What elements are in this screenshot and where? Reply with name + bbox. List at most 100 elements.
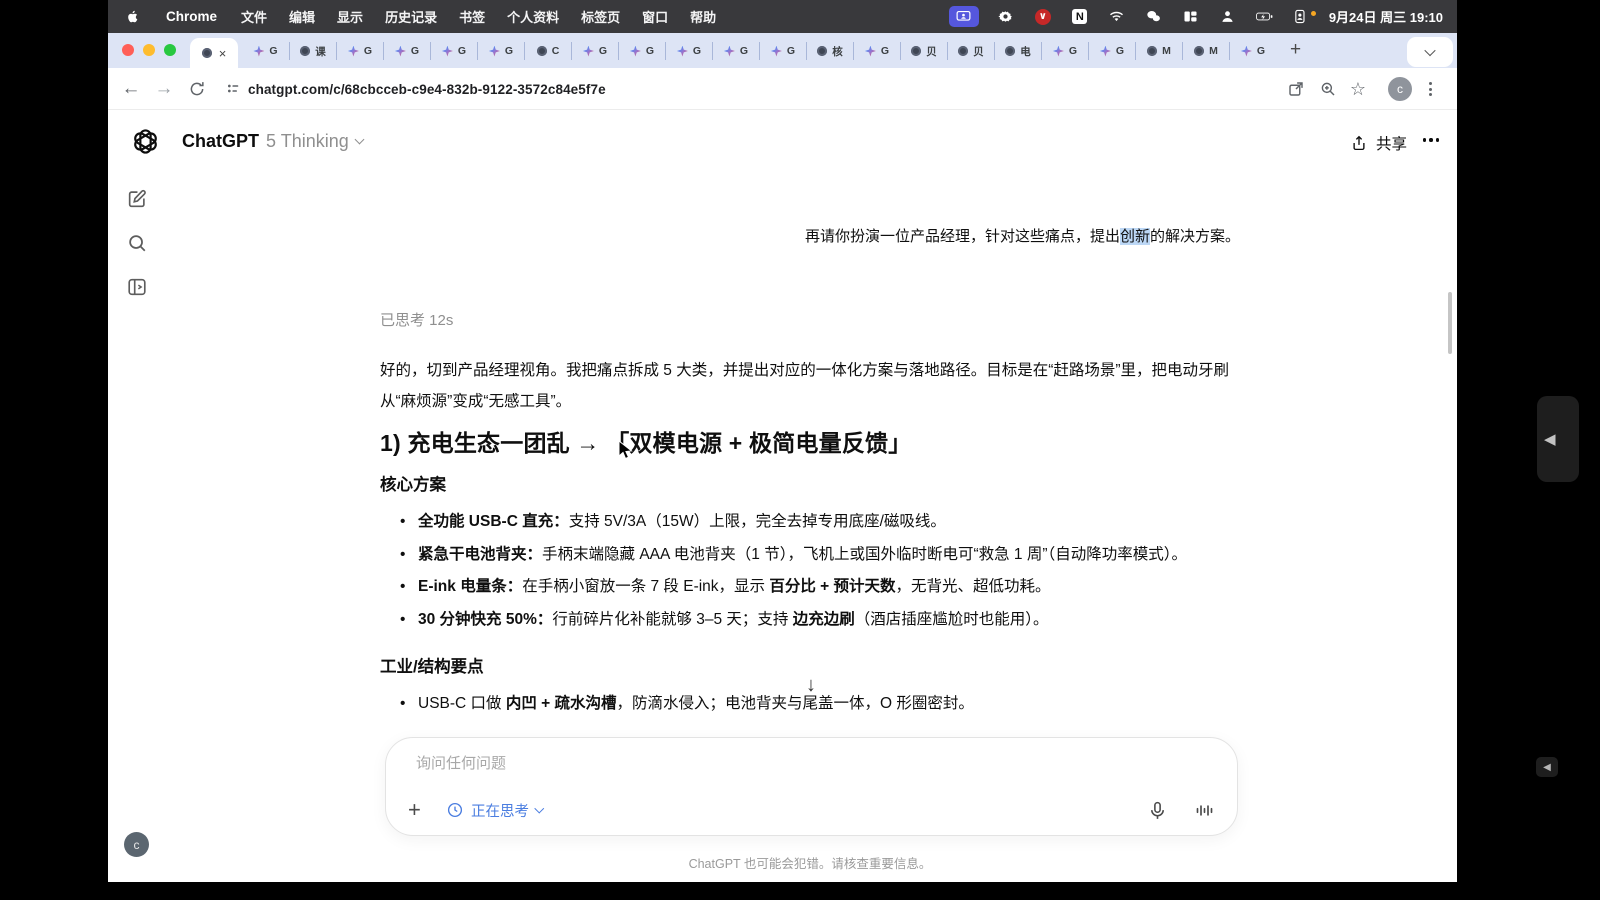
back-button[interactable]: ← xyxy=(118,68,144,110)
zoom-window-button[interactable] xyxy=(164,44,176,56)
fast-user-switch-icon[interactable] xyxy=(1218,8,1238,26)
menubar-item[interactable]: 标签页 xyxy=(581,7,620,26)
reload-button[interactable] xyxy=(184,68,210,110)
sidebar-rail xyxy=(126,188,148,298)
screen-mirroring-icon[interactable] xyxy=(949,6,979,27)
url-bar[interactable]: chatgpt.com/c/68cbcceb-c9e4-832b-9122-35… xyxy=(248,68,606,110)
profile-switcher-icon[interactable] xyxy=(1292,8,1312,26)
browser-tab[interactable]: G xyxy=(853,42,900,60)
search-icon[interactable] xyxy=(126,232,148,254)
browser-tab[interactable]: G xyxy=(1041,42,1088,60)
browser-tab[interactable]: 核 xyxy=(806,42,853,60)
scroll-to-bottom-button[interactable]: ↓ xyxy=(796,670,826,700)
menubar-item[interactable]: 文件 xyxy=(241,7,267,26)
library-panel-icon[interactable] xyxy=(126,276,148,298)
conversation-menu-icon[interactable] xyxy=(1423,138,1440,142)
selected-text: 创新 xyxy=(1120,228,1150,245)
new-tab-button[interactable]: + xyxy=(1290,39,1301,61)
new-chat-icon[interactable] xyxy=(126,188,148,210)
text-segment: 边充边刷 xyxy=(793,611,855,628)
browser-tab[interactable]: 贝 xyxy=(947,42,994,60)
menubar-app-name[interactable]: Chrome xyxy=(166,9,217,24)
gemini-favicon xyxy=(489,46,500,57)
open-in-new-icon[interactable] xyxy=(1283,68,1309,110)
active-tab[interactable]: × xyxy=(190,38,238,68)
gemini-favicon xyxy=(630,46,641,57)
security-badge-icon[interactable]: ∨ xyxy=(1033,8,1053,26)
apple-menu-icon[interactable] xyxy=(122,8,142,26)
menubar-item[interactable]: 历史记录 xyxy=(385,7,437,26)
wechat-icon[interactable] xyxy=(1144,8,1164,26)
list-item: •紧急干电池背夹：手柄末端隐藏 AAA 电池背夹（1 节），飞机上或国外临时断电… xyxy=(418,539,1240,571)
browser-tab[interactable]: G xyxy=(1229,42,1276,60)
bullet-marker: • xyxy=(400,688,405,720)
browser-tab[interactable]: G xyxy=(571,42,618,60)
browser-tab[interactable]: M xyxy=(1135,42,1182,60)
browser-tab[interactable]: G xyxy=(1088,42,1135,60)
settings-gear-icon[interactable] xyxy=(996,8,1016,26)
tab-title: G xyxy=(505,45,513,57)
forward-button[interactable]: → xyxy=(151,68,177,110)
site-info-icon[interactable] xyxy=(220,68,246,110)
tab-search-button[interactable] xyxy=(1407,37,1453,67)
tab-title: 贝 xyxy=(973,44,984,59)
edge-collapse-button[interactable]: ◀ xyxy=(1536,757,1558,777)
voice-mode-icon[interactable] xyxy=(1194,800,1215,821)
zoom-icon[interactable] xyxy=(1315,68,1341,110)
microphone-icon[interactable] xyxy=(1147,800,1168,821)
close-window-button[interactable] xyxy=(122,44,134,56)
tab-title: G xyxy=(881,45,889,57)
thinking-duration-label[interactable]: 已思考 12s xyxy=(380,309,1240,333)
browser-menu-icon[interactable] xyxy=(1417,68,1443,110)
thinking-label: 正在思考 xyxy=(471,800,529,821)
browser-tab[interactable]: G xyxy=(759,42,806,60)
share-label: 共享 xyxy=(1376,132,1407,154)
text-segment: 手柄末端隐藏 AAA 电池背夹（1 节），飞机上或国外临时断电可“救急 1 周”… xyxy=(542,546,1187,563)
browser-tab[interactable]: G xyxy=(665,42,712,60)
share-button[interactable]: 共享 xyxy=(1350,132,1407,154)
browser-tab[interactable]: 贝 xyxy=(900,42,947,60)
notion-icon[interactable]: N xyxy=(1070,8,1090,26)
browser-tab[interactable]: C xyxy=(524,42,571,60)
gemini-favicon xyxy=(442,46,453,57)
battery-charging-icon[interactable] xyxy=(1255,8,1275,26)
model-selector[interactable]: ChatGPT 5 Thinking xyxy=(182,131,363,152)
menubar-item[interactable]: 显示 xyxy=(337,7,363,26)
gemini-favicon xyxy=(1100,46,1111,57)
text-segment: 紧急干电池背夹： xyxy=(418,546,542,563)
tab-list: G课GGGGCGGGGG核G贝贝电GGMMG xyxy=(242,38,1276,64)
menubar-clock[interactable]: 9月24日 周三 19:10 xyxy=(1329,7,1443,26)
bookmark-star-icon[interactable]: ☆ xyxy=(1345,68,1371,110)
browser-tab[interactable]: 电 xyxy=(994,42,1041,60)
browser-tab[interactable]: G xyxy=(712,42,759,60)
browser-tab[interactable]: G xyxy=(242,42,289,60)
browser-profile-avatar[interactable]: c xyxy=(1387,68,1413,110)
menubar-item[interactable]: 书签 xyxy=(459,7,485,26)
browser-tab[interactable]: G xyxy=(477,42,524,60)
minimize-window-button[interactable] xyxy=(143,44,155,56)
chatgpt-favicon xyxy=(1147,46,1157,56)
menubar-item[interactable]: 帮助 xyxy=(690,7,716,26)
menubar-item[interactable]: 窗口 xyxy=(642,7,668,26)
list-item: •E-ink 电量条：在手柄小窗放一条 7 段 E-ink，显示 百分比 + 预… xyxy=(418,571,1240,603)
close-tab-icon[interactable]: × xyxy=(219,47,227,60)
menubar-item[interactable]: 编辑 xyxy=(289,7,315,26)
list-item: •30 分钟快充 50%：行前碎片化补能就够 3–5 天；支持 边充边刷（酒店插… xyxy=(418,604,1240,636)
wifi-icon[interactable] xyxy=(1107,8,1127,26)
account-avatar[interactable]: c xyxy=(124,832,149,857)
menubar-item[interactable]: 个人资料 xyxy=(507,7,559,26)
browser-tab[interactable]: M xyxy=(1182,42,1229,60)
bullet-marker: • xyxy=(400,604,405,636)
scrollbar-thumb[interactable] xyxy=(1448,292,1452,354)
gemini-favicon xyxy=(865,46,876,57)
browser-tab[interactable]: G xyxy=(383,42,430,60)
message-composer[interactable]: 询问任何问题 + 正在思考 xyxy=(385,737,1238,836)
attach-plus-button[interactable]: + xyxy=(408,799,434,821)
recording-back-button[interactable]: ◀ xyxy=(1537,396,1579,482)
browser-tab[interactable]: G xyxy=(618,42,665,60)
thinking-status-pill[interactable]: 正在思考 xyxy=(446,800,543,821)
window-tiling-icon[interactable] xyxy=(1181,8,1201,26)
browser-tab[interactable]: G xyxy=(336,42,383,60)
browser-tab[interactable]: 课 xyxy=(289,42,336,60)
browser-tab[interactable]: G xyxy=(430,42,477,60)
